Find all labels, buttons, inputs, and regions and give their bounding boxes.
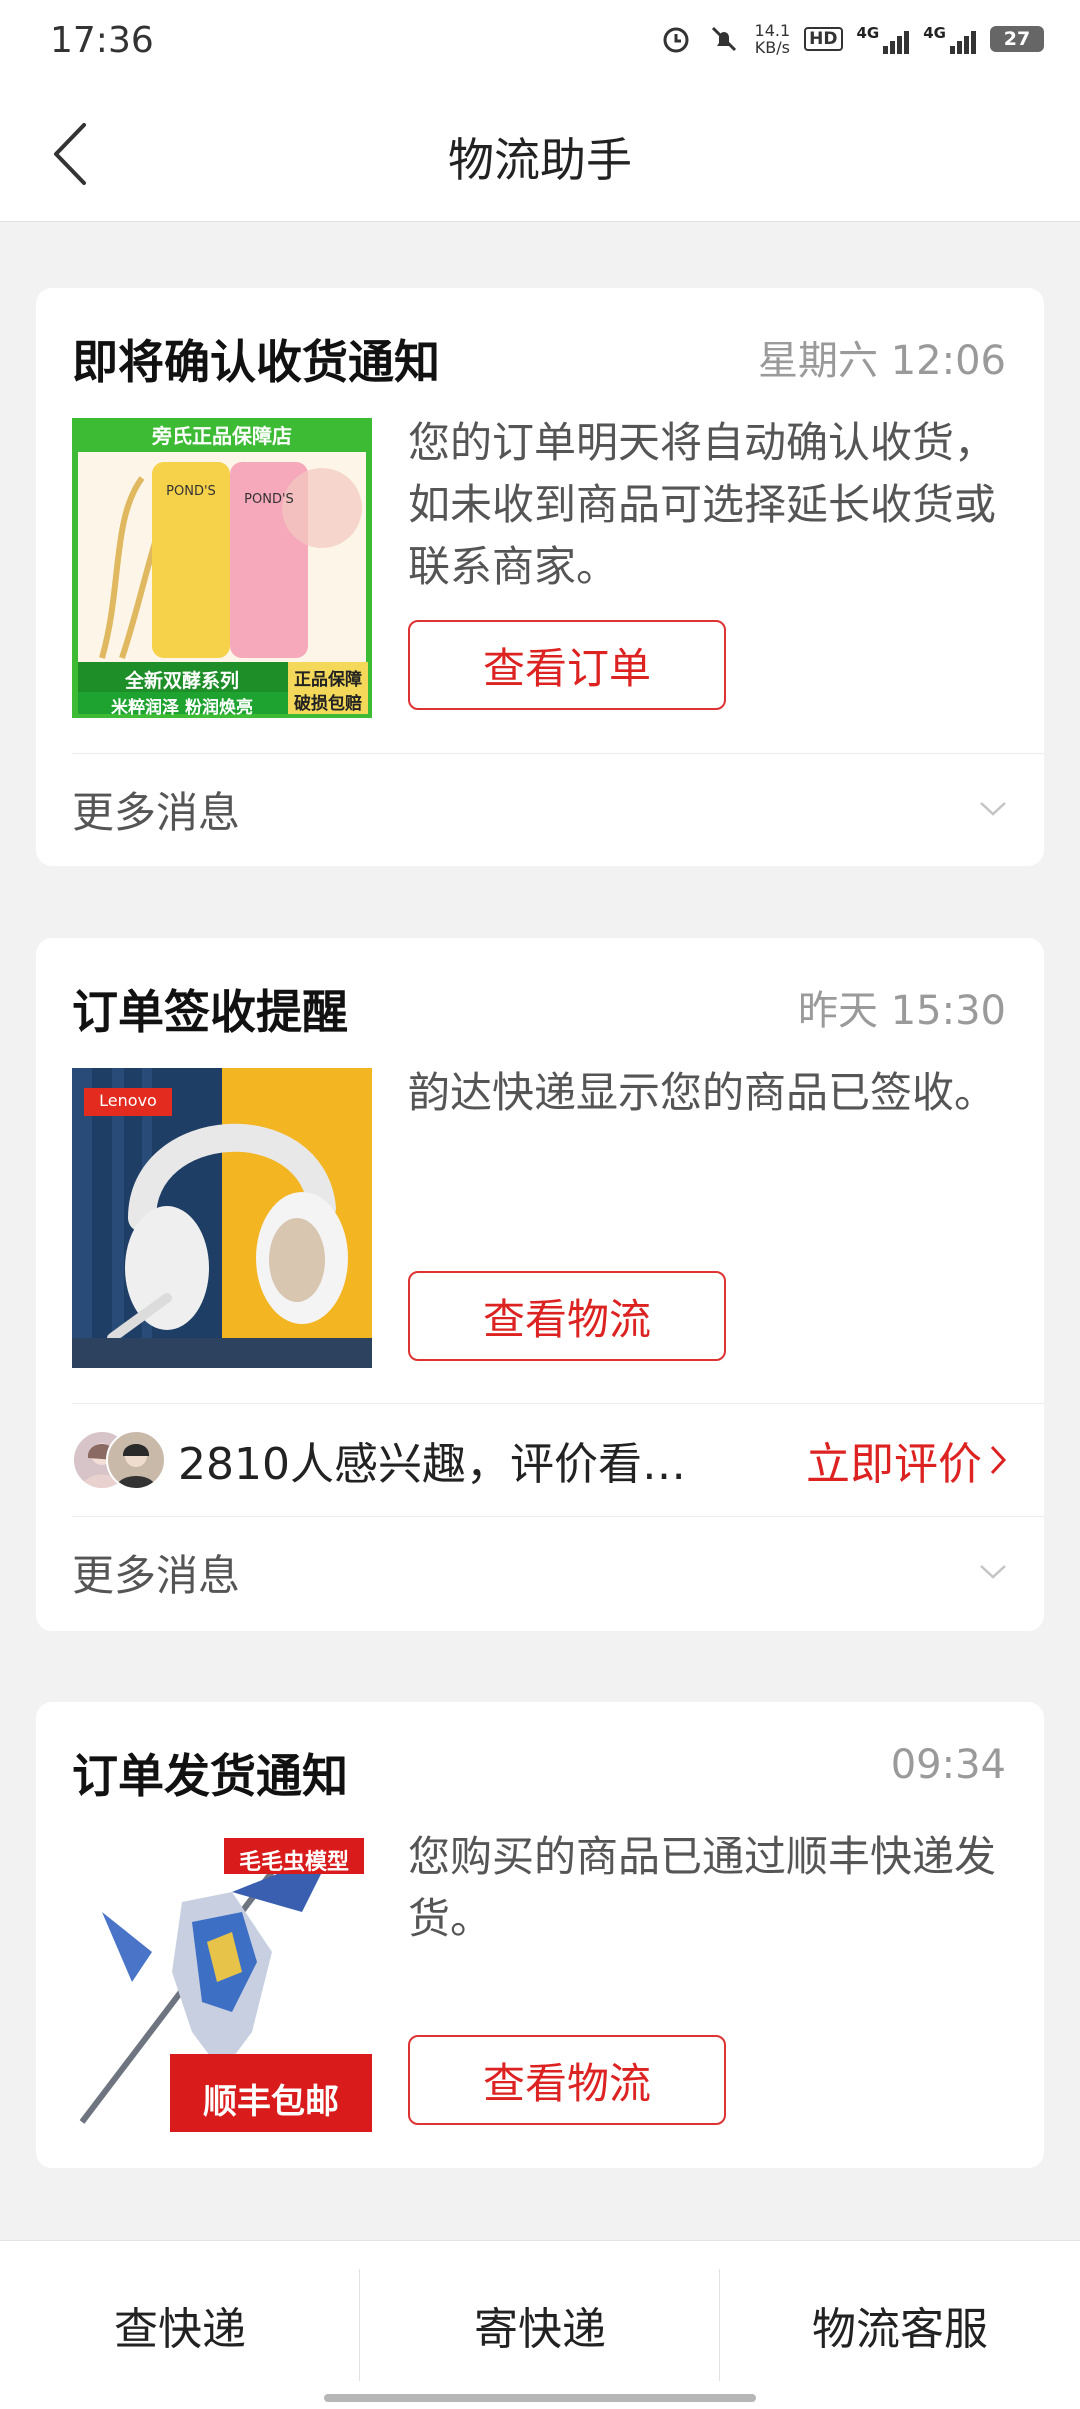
page-title: 物流助手 [448, 133, 632, 187]
mute-bell-icon [707, 22, 741, 56]
product-thumbnail-model[interactable]: 毛毛虫模型 顺丰包邮 [72, 1832, 372, 2132]
card-title: 订单发货通知 [72, 1749, 348, 1803]
more-messages-label: 更多消息 [72, 787, 241, 837]
guarantee-label-2: 破损包赔 [294, 694, 362, 714]
track-package-button[interactable]: 查快递 [0, 2241, 360, 2409]
hd-badge: HD [804, 27, 843, 51]
status-icons: 14.1 KB/s HD 4G 4G 27 [659, 22, 1044, 56]
chevron-down-icon [980, 1565, 1006, 1579]
status-time: 17:36 [50, 20, 154, 61]
card-message: 您的订单明天将自动确认收货，如未收到商品可选择延长收货或联系商家。 [408, 418, 997, 591]
card-time: 09:34 [890, 1742, 1006, 1788]
card-message: 韵达快递显示您的商品已签收。 [408, 1068, 997, 1117]
logistics-service-button[interactable]: 物流客服 [720, 2241, 1080, 2409]
send-package-button[interactable]: 寄快递 [360, 2241, 720, 2409]
review-interest-text: 2810人感兴趣，评价看… [178, 1439, 686, 1490]
status-bar: 17:36 14.1 KB/s HD 4G 4G 27 [0, 0, 1080, 90]
tagline-label: 米粹润泽 粉润焕亮 [111, 698, 253, 718]
review-row[interactable]: 2810人感兴趣，评价看… 立即评价 [72, 1404, 1008, 1516]
product-thumbnail-headphones[interactable]: Lenovo [72, 1068, 372, 1368]
brand-logo: Lenovo [99, 1091, 157, 1110]
alarm-icon [659, 22, 693, 56]
notification-card-shipped: 订单发货通知 09:34 毛毛虫模型 顺丰包邮 您购买的商品已通过顺丰快递发货。… [36, 1702, 1044, 2168]
product-thumbnail-ponds[interactable]: 旁氏正品保障店 POND'S POND'S 全新双酵系列 米粹润泽 粉润焕亮 正… [72, 418, 372, 718]
network-2-label: 4G [923, 24, 946, 42]
speed-unit: KB/s [754, 38, 790, 57]
review-now-label: 立即评价 [806, 1439, 982, 1490]
card-message: 您购买的商品已通过顺丰快递发货。 [408, 1832, 997, 1943]
avatar [106, 1430, 166, 1490]
card-title: 即将确认收货通知 [72, 335, 440, 389]
series-label: 全新双酵系列 [124, 670, 239, 692]
notification-card-signed: 订单签收提醒 昨天 15:30 Lenovo 韵达快递显示您的商品已签收。 查看… [36, 938, 1044, 1631]
more-messages-row[interactable]: 更多消息 [72, 1517, 1008, 1627]
view-logistics-button[interactable]: 查看物流 [408, 2035, 726, 2125]
network-speed: 14.1 KB/s [755, 22, 791, 56]
guarantee-label-1: 正品保障 [294, 670, 362, 690]
header: 物流助手 [0, 90, 1080, 222]
battery-icon: 27 [990, 26, 1044, 52]
review-now-link[interactable]: 立即评价 [806, 1428, 1008, 1492]
store-banner: 旁氏正品保障店 [152, 424, 292, 448]
speed-value: 14.1 [754, 21, 791, 40]
view-logistics-button[interactable]: 查看物流 [408, 1271, 726, 1361]
more-messages-row[interactable]: 更多消息 [72, 754, 1008, 864]
bottom-action-bar: 查快递 寄快递 物流客服 [0, 2240, 1080, 2409]
signal-1-icon: 4G [857, 24, 910, 54]
view-order-button[interactable]: 查看订单 [408, 620, 726, 710]
brand-label-yellow: POND'S [166, 484, 216, 499]
model-tag-top: 毛毛虫模型 [238, 1850, 349, 1875]
brand-label-pink: POND'S [244, 492, 294, 507]
signal-2-icon: 4G [923, 24, 976, 54]
notification-card-confirm-receipt: 即将确认收货通知 星期六 12:06 旁氏正品保障店 POND'S POND'S… [36, 288, 1044, 866]
network-1-label: 4G [856, 24, 880, 42]
card-time: 昨天 15:30 [798, 988, 1006, 1034]
avatar-group [72, 1430, 166, 1490]
more-messages-label: 更多消息 [72, 1550, 241, 1600]
chevron-down-icon [980, 802, 1006, 816]
shipping-tag: 顺丰包邮 [203, 2082, 339, 2122]
home-indicator[interactable] [324, 2394, 756, 2402]
card-time: 星期六 12:06 [758, 338, 1006, 384]
chevron-right-icon [990, 1445, 1007, 1475]
card-title: 订单签收提醒 [72, 985, 348, 1039]
